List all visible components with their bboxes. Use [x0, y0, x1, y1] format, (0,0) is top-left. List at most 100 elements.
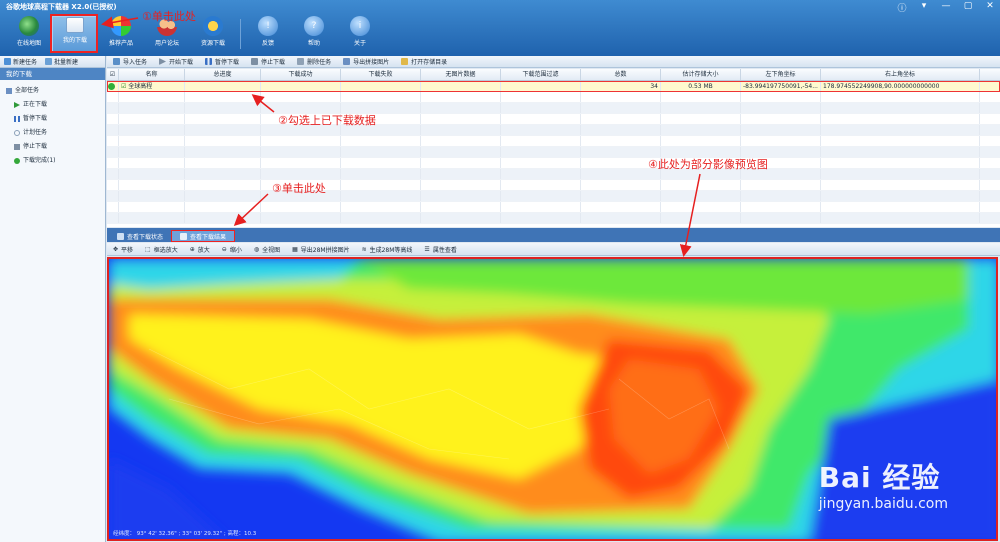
export-image-button[interactable]: ▦ 导出28M拼接图片: [286, 245, 355, 254]
stop-icon: [14, 144, 20, 150]
contour-icon: ≋: [361, 245, 367, 253]
table-row: [107, 202, 1000, 213]
ribbon-feedback[interactable]: ! 反馈: [245, 16, 291, 52]
zoom-out-icon: ⊖: [221, 245, 227, 253]
header-checkbox[interactable]: ☑: [107, 69, 119, 80]
map-toolbar: ✥ 平移 ⬚ 框选放大 ⊕ 放大 ⊖ 缩小 ◍ 全视图 ▦ 导出28M拼接图片 ≋ 生成28M…: [107, 243, 1000, 256]
box-zoom-icon: ⬚: [145, 245, 151, 253]
ribbon-online-map[interactable]: 在线地图: [6, 16, 52, 52]
task-table: ☑ 名称 总进度 下载成功 下载失败 无图片数据 下载范围过滤 总数 估计存储大…: [107, 69, 1000, 227]
column-header[interactable]: 总数: [581, 69, 661, 80]
left-toolbar: 新建任务 批量新建: [0, 56, 105, 68]
globe-icon: [19, 16, 39, 36]
ribbon-help[interactable]: ? 帮助: [291, 16, 337, 52]
new-task-button[interactable]: 新建任务: [0, 57, 41, 66]
new-task-icon: [4, 58, 11, 65]
check-circle-icon: [14, 158, 20, 164]
delete-icon: [297, 58, 305, 65]
ribbon-products[interactable]: 推荐产品: [98, 16, 144, 52]
column-header[interactable]: 估计存储大小: [661, 69, 741, 80]
column-header[interactable]: 下载范围过滤: [501, 69, 581, 80]
tree-item-scheduled[interactable]: 计划任务: [0, 126, 105, 140]
tree-item-stopped[interactable]: 停止下载: [0, 140, 105, 154]
properties-icon: ☰: [424, 245, 430, 253]
minimize-icon[interactable]: —: [940, 1, 952, 14]
pause-download-button[interactable]: 暂停下载: [199, 57, 245, 66]
ribbon-resources[interactable]: 资源下载: [190, 16, 236, 52]
folder-icon: [6, 88, 12, 94]
highlight-box-my-downloads: [50, 14, 98, 53]
contour-button[interactable]: ≋ 生成28M等高线: [356, 245, 419, 254]
task-tree: 全部任务 正在下载 暂停下载 计划任务 停止下载 下载完成(1): [0, 80, 105, 168]
column-header[interactable]: 下载成功: [261, 69, 341, 80]
start-download-button[interactable]: 开始下载: [153, 57, 199, 66]
menu-icon[interactable]: ▾: [918, 1, 930, 14]
full-view-button[interactable]: ◍ 全视图: [248, 245, 286, 254]
tab-download-result[interactable]: 查看下载结果: [171, 230, 236, 242]
table-row: [107, 180, 1000, 191]
table-row: [107, 114, 1000, 125]
import-task-button[interactable]: 导入任务: [107, 57, 153, 66]
ribbon-about[interactable]: i 关于: [337, 16, 383, 52]
table-row: [107, 136, 1000, 147]
zoom-in-button[interactable]: ⊕ 放大: [184, 245, 216, 254]
baidu-watermark: Bai 经验 jingyan.baidu.com: [819, 456, 948, 512]
tab-download-status[interactable]: 查看下载状态: [109, 230, 171, 242]
box-zoom-button[interactable]: ⬚ 框选放大: [139, 245, 184, 254]
row-name-cell[interactable]: ☑ 全球高程: [119, 81, 185, 91]
stop-download-button[interactable]: 停止下载: [245, 57, 291, 66]
info-icon: i: [350, 16, 370, 36]
annotation-step-3: ③单击此处: [272, 182, 326, 195]
table-cell: [261, 81, 341, 91]
table-cell: 178.974552249908,90.000000000000: [821, 81, 980, 91]
open-folder-button[interactable]: 打开存储目录: [395, 57, 453, 66]
annotation-step-2: ②勾选上已下载数据: [278, 114, 376, 127]
export-mosaic-button[interactable]: 导出拼接图片: [337, 57, 395, 66]
grid-icon: [117, 232, 124, 240]
zoom-out-button[interactable]: ⊖ 缩小: [216, 245, 248, 254]
column-header[interactable]: 总进度: [185, 69, 261, 80]
table-row: [107, 169, 1000, 180]
tree-item-downloading[interactable]: 正在下载: [0, 98, 105, 112]
table-cell: [185, 81, 261, 91]
column-header[interactable]: 左下角坐标: [741, 69, 821, 80]
delete-task-button[interactable]: 删除任务: [291, 57, 337, 66]
table-row[interactable]: ☑ 全球高程 34 0.53 MB -83.994197750091,-54..…: [107, 81, 1000, 92]
folder-icon: [401, 58, 409, 65]
column-header[interactable]: 无图片数据: [421, 69, 501, 80]
tree-item-completed[interactable]: 下载完成(1): [0, 154, 105, 168]
zoom-in-icon: ⊕: [189, 245, 195, 253]
batch-new-button[interactable]: 批量新建: [41, 57, 82, 66]
info-circle-icon[interactable]: ⓘ: [896, 1, 908, 14]
import-icon: [113, 58, 120, 65]
image-export-icon: ▦: [292, 245, 298, 253]
annotation-step-1: ①单击此处: [142, 10, 196, 23]
tree-item-all[interactable]: 全部任务: [0, 84, 105, 98]
pause-icon: [205, 58, 213, 65]
column-header[interactable]: 名称: [119, 69, 185, 80]
pan-button[interactable]: ✥ 平移: [107, 245, 139, 254]
column-header[interactable]: 右上角坐标: [821, 69, 980, 80]
resource-icon: [203, 16, 223, 36]
table-cell: [501, 81, 581, 91]
pan-icon: ✥: [113, 245, 119, 253]
properties-button[interactable]: ☰ 属性查看: [418, 245, 462, 254]
left-panel: 新建任务 批量新建 我的下载 全部任务 正在下载 暂停下载 计划任务 停止下载 …: [0, 56, 106, 542]
coordinate-status: 经纬度： 93° 42' 32.36" ; 33° 03' 29.32" ; 高…: [113, 531, 257, 537]
result-tabs: 查看下载状态 查看下载结果: [107, 228, 1000, 242]
table-cell: 34: [581, 81, 661, 91]
table-cell: -83.994197750091,-54...: [741, 81, 821, 91]
tree-item-paused[interactable]: 暂停下载: [0, 112, 105, 126]
table-row: [107, 147, 1000, 158]
window-controls: ⓘ ▾ — ▢ ✕: [896, 1, 996, 14]
task-toolbar: 导入任务 开始下载 暂停下载 停止下载 删除任务 导出拼接图片 打开存储目录: [107, 56, 1000, 68]
table-cell: [421, 81, 501, 91]
close-icon[interactable]: ✕: [984, 1, 996, 14]
maximize-icon[interactable]: ▢: [962, 1, 974, 14]
batch-icon: [45, 58, 53, 65]
table-body: ☑ 全球高程 34 0.53 MB -83.994197750091,-54..…: [107, 81, 1000, 224]
column-header[interactable]: 下载失败: [341, 69, 421, 80]
result-icon: [180, 232, 188, 240]
help-icon: ?: [304, 16, 324, 36]
table-cell: [341, 81, 421, 91]
